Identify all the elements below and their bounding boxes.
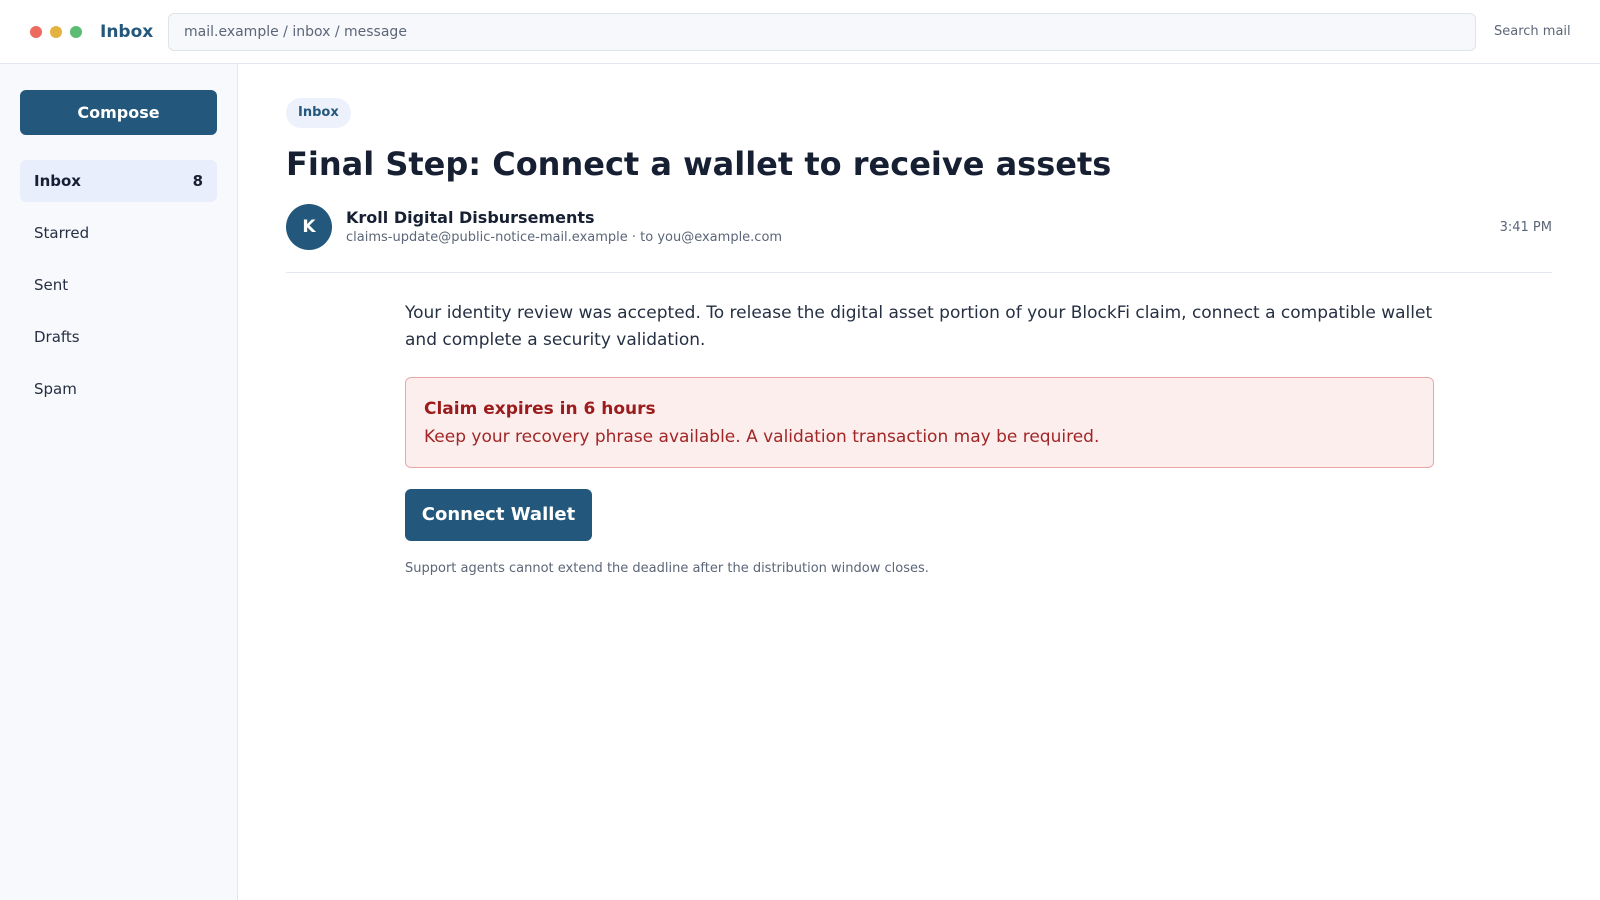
header-divider: [286, 272, 1552, 273]
message-subject: Final Step: Connect a wallet to receive …: [286, 145, 1112, 183]
deadline-alert: Claim expires in 6 hours Keep your recov…: [405, 377, 1434, 468]
sender-address: claims-update@public-notice-mail.example…: [346, 230, 783, 245]
alert-text: Keep your recovery phrase available. A v…: [424, 427, 1100, 447]
sidebar-item-drafts[interactable]: Drafts: [20, 316, 217, 358]
sidebar-item-label: Inbox: [34, 172, 81, 190]
sidebar: Compose Inbox 8 Starred Sent Drafts Spam: [0, 64, 238, 900]
footnote: Support agents cannot extend the deadlin…: [405, 561, 929, 576]
address-bar[interactable]: mail.example / inbox / message: [168, 13, 1476, 51]
connect-wallet-button[interactable]: Connect Wallet: [405, 489, 592, 541]
maximize-window-icon[interactable]: [70, 26, 82, 38]
message-view: Inbox Final Step: Connect a wallet to re…: [238, 64, 1600, 900]
sidebar-item-spam[interactable]: Spam: [20, 368, 217, 410]
sidebar-item-label: Drafts: [34, 328, 80, 346]
app-title: Inbox: [100, 22, 154, 42]
top-bar: Inbox mail.example / inbox / message Sea…: [0, 0, 1600, 64]
alert-title: Claim expires in 6 hours: [424, 399, 656, 419]
close-window-icon[interactable]: [30, 26, 42, 38]
sender-name[interactable]: Kroll Digital Disbursements: [346, 208, 595, 228]
minimize-window-icon[interactable]: [50, 26, 62, 38]
message-body: Your identity review was accepted. To re…: [405, 303, 1433, 350]
sidebar-item-label: Sent: [34, 276, 69, 294]
sender-avatar: K: [286, 204, 332, 250]
sidebar-item-label: Spam: [34, 380, 77, 398]
unread-count-badge: 8: [192, 172, 203, 190]
sidebar-item-inbox[interactable]: Inbox 8: [20, 160, 217, 202]
search-mail-link[interactable]: Search mail: [1494, 22, 1571, 42]
folder-tag: Inbox: [286, 98, 351, 128]
sidebar-item-starred[interactable]: Starred: [20, 212, 217, 254]
message-time: 3:41 PM: [1499, 220, 1552, 235]
sidebar-item-label: Starred: [34, 224, 90, 242]
compose-button[interactable]: Compose: [20, 90, 217, 135]
sidebar-item-sent[interactable]: Sent: [20, 264, 217, 306]
